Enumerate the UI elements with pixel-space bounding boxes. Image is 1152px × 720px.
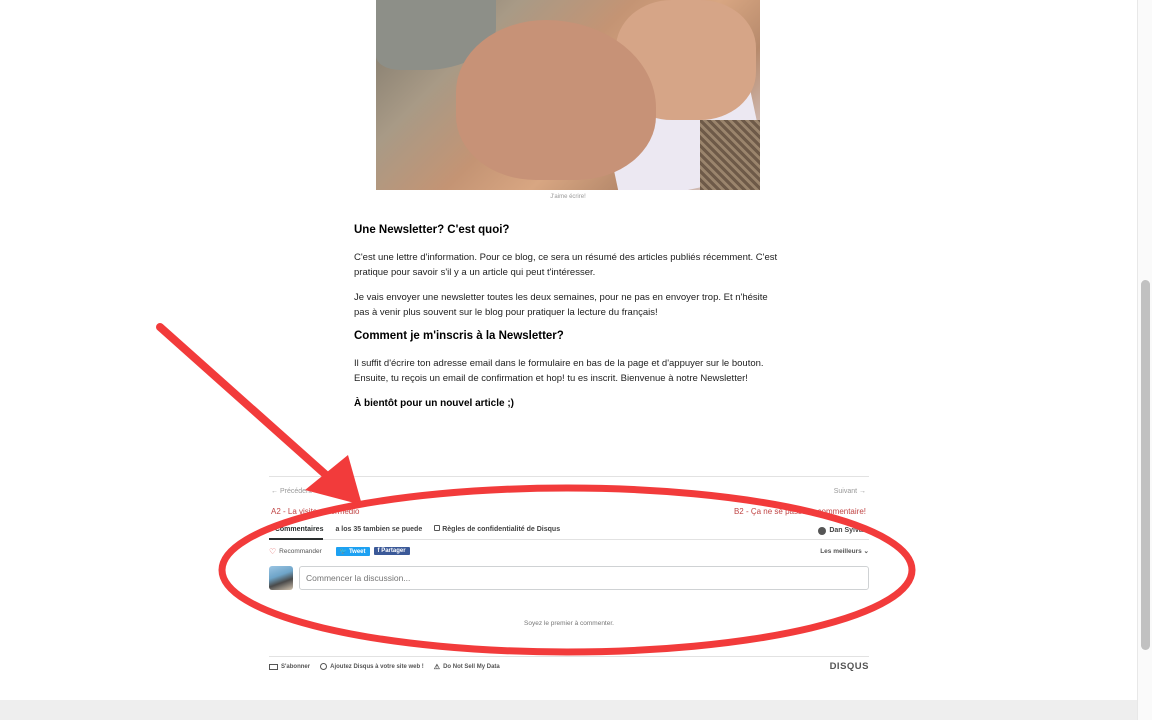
article-heading-1: Une Newsletter? C'est quoi? [354, 224, 510, 236]
disqus-actions: ♡ Recommander 🐦 Tweet f Partager Les mei… [269, 541, 869, 561]
next-post-link[interactable]: B2 - Ça ne se passe ... commentaire! [734, 507, 866, 516]
heart-icon[interactable]: ♡ [269, 547, 276, 556]
recommend-button[interactable]: Recommander [279, 548, 322, 555]
disqus-footer: S'abonner Ajoutez Disqus à votre site we… [269, 656, 869, 672]
add-disqus-link[interactable]: Ajoutez Disqus à votre site web ! [320, 663, 424, 670]
disqus-tabs: 0 Commentaires a los 35 tambien se puede… [269, 522, 869, 540]
photo-caption: J'aime écrire! [550, 194, 586, 200]
scrollbar[interactable] [1137, 0, 1152, 720]
avatar[interactable] [269, 566, 293, 590]
subscribe-label: S'abonner [281, 663, 311, 670]
comment-input[interactable] [299, 566, 869, 590]
scrollbar-thumb[interactable] [1141, 280, 1150, 650]
share-label: Partager [381, 548, 406, 554]
photo-mat [700, 120, 760, 190]
post-nav-divider [269, 476, 869, 477]
subscribe-link[interactable]: S'abonner [269, 663, 311, 670]
comment-composer [269, 566, 869, 590]
disqus-thread: 0 Commentaires a los 35 tambien se puede… [269, 522, 869, 627]
tweet-label: Tweet [348, 548, 366, 555]
tweet-button[interactable]: 🐦 Tweet [335, 546, 370, 556]
tab-privacy[interactable]: Règles de confidentialité de Disqus [434, 522, 560, 540]
page-footer-strip [0, 700, 1137, 720]
tab-privacy-label: Règles de confidentialité de Disqus [442, 525, 561, 533]
user-name: Dan Sylvain [829, 527, 869, 534]
disqus-logo[interactable]: DISQUS [830, 661, 869, 672]
article-paragraph-3: Il suffit d'écrire ton adresse email dan… [354, 358, 764, 384]
disqus-icon [320, 663, 328, 670]
article-signoff: À bientôt pour un nouvel article ;) [354, 398, 514, 409]
tab-comments[interactable]: 0 Commentaires [269, 522, 324, 540]
empty-comments-message: Soyez le premier à commenter. [524, 620, 614, 627]
add-disqus-label: Ajoutez Disqus à votre site web ! [330, 663, 424, 670]
warning-icon: ⚠ [433, 663, 441, 671]
article-paragraph-1: C'est une lettre d'information. Pour ce … [354, 252, 778, 278]
prev-post[interactable]: ← Précédent A2 - La visite ... termedio [271, 488, 359, 519]
article-heading-2: Comment je m'inscris à la Newsletter? [354, 330, 564, 342]
prev-post-label: ← Précédent [271, 488, 312, 495]
bird-icon: 🐦 [339, 548, 349, 555]
mail-icon [269, 663, 278, 670]
article-body: Une Newsletter? C'est quoi? C'est une le… [354, 224, 784, 421]
user-icon [818, 526, 827, 535]
lock-icon [434, 524, 441, 531]
next-post-label: Suivant → [833, 488, 866, 495]
tab-community[interactable]: a los 35 tambien se puede [335, 522, 422, 540]
user-menu[interactable]: Dan Sylvain [818, 526, 869, 535]
sort-dropdown[interactable]: Les meilleurs ⌄ [820, 547, 869, 555]
next-post[interactable]: Suivant → B2 - Ça ne se passe ... commen… [620, 488, 866, 519]
arrow-shaft [156, 323, 339, 487]
share-button[interactable]: f Partager [373, 547, 410, 555]
article-photo [376, 0, 760, 190]
do-not-sell-link[interactable]: ⚠ Do Not Sell My Data [434, 663, 500, 671]
article-paragraph-2: Je vais envoyer une newsletter toutes le… [354, 292, 768, 318]
prev-post-link[interactable]: A2 - La visite ... termedio [271, 507, 359, 516]
annotation-arrow [156, 323, 362, 505]
do-not-sell-label: Do Not Sell My Data [443, 663, 500, 670]
